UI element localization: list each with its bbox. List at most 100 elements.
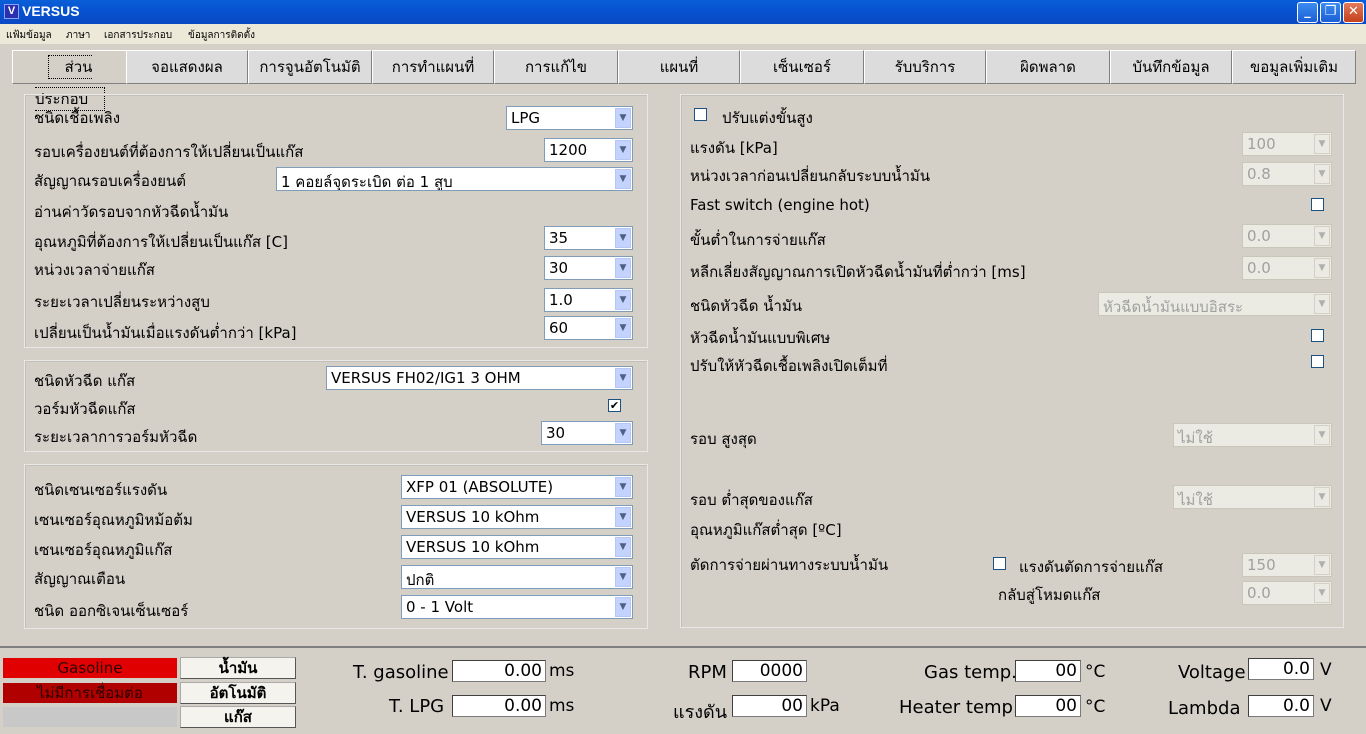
chevron-down-icon: ▼ (615, 597, 631, 617)
voltage-unit: V (1320, 660, 1332, 680)
chevron-down-icon: ▼ (615, 567, 631, 587)
gas-temp-sensor-select[interactable]: VERSUS 10 kOhm ▼ (401, 535, 633, 559)
tab-components[interactable]: ส่วนประกอบ (12, 50, 128, 111)
gas-injector-select[interactable]: VERSUS FH02/IG1 3 OHM ▼ (326, 366, 633, 390)
chevron-down-icon: ▼ (1314, 294, 1330, 314)
pressure-readout-label: แรงดัน (673, 702, 728, 723)
chevron-down-icon: ▼ (615, 318, 631, 338)
heater-temp-value: 00 (1015, 695, 1081, 717)
switch-back-delay-select[interactable]: 0.8 ▼ (1242, 162, 1332, 186)
warmup-time-select[interactable]: 30 ▼ (541, 421, 633, 445)
gas-temp-sensor-label: เซนเซอร์อุณหภูมิแก๊ส (34, 541, 173, 559)
chevron-down-icon: ▼ (1314, 425, 1330, 445)
pressure-sensor-select[interactable]: XFP 01 (ABSOLUTE) ▼ (401, 475, 633, 499)
fuel-indicator: Gasoline (3, 658, 177, 678)
menu-bar: แฟ้มข้อมูล ภาษา เอกสารประกอบ ข้อมูลการติ… (0, 24, 1366, 44)
lambda-value: 0.0 (1248, 695, 1314, 717)
gas-temp-unit: °C (1085, 662, 1106, 682)
tab-edit[interactable]: การแก้ไข (494, 50, 618, 84)
avoid-injector-signal-select[interactable]: 0.0 ▼ (1242, 256, 1332, 280)
tab-logging[interactable]: บันทึกข้อมูล (1110, 50, 1232, 84)
fast-switch-checkbox[interactable] (1311, 198, 1324, 211)
switch-temp-select[interactable]: 35 ▼ (544, 226, 633, 250)
avoid-injector-signal-label: หลีกเลี่ยงสัญญาณการเปิดหัวฉีดน้ำมันที่ต่… (690, 263, 1026, 281)
menu-file[interactable]: แฟ้มข้อมูล (6, 28, 52, 43)
switch-rpm-label: รอบเครื่องยนต์ที่ต้องการให้เปลี่ยนเป็นแก… (34, 143, 304, 161)
warning-signal-select[interactable]: ปกติ ▼ (401, 565, 633, 589)
tab-sensors[interactable]: เซ็นเซอร์ (740, 50, 864, 84)
read-rpm-label: อ่านค่าวัดรอบจากหัวฉีดน้ำมัน (34, 203, 229, 221)
rpm-signal-label: สัญญาณรอบเครื่องยนต์ (34, 172, 186, 190)
chevron-down-icon: ▼ (615, 140, 631, 160)
return-gas-mode-select[interactable]: 0.0 ▼ (1242, 581, 1332, 605)
auto-mode-button[interactable]: อัตโนมัติ (180, 682, 296, 704)
full-open-injector-checkbox[interactable] (1311, 355, 1324, 368)
petrol-mode-button[interactable]: น้ำมัน (180, 657, 296, 679)
t-lpg-unit: ms (549, 696, 575, 716)
pressure-value: 00 (732, 695, 807, 717)
connection-indicator: ไม่มีการเชื่อมต่อ (3, 683, 177, 703)
pressure-label: แรงดัน [kPa] (690, 139, 778, 157)
status-empty-indicator (3, 707, 177, 727)
petrol-injector-type-select[interactable]: หัวฉีดน้ำมันแบบอิสระ ▼ (1098, 292, 1332, 316)
min-gas-dose-select[interactable]: 0.0 ▼ (1242, 224, 1332, 248)
rpm-label: RPM (688, 662, 727, 683)
close-icon[interactable]: ✕ (1343, 2, 1364, 23)
minimize-icon[interactable]: _ (1297, 2, 1318, 23)
versus-logo-icon: V (4, 4, 19, 19)
min-pressure-select[interactable]: 60 ▼ (544, 316, 633, 340)
oxygen-sensor-select[interactable]: 0 - 1 Volt ▼ (401, 595, 633, 619)
tab-display[interactable]: จอแสดงผล (126, 50, 248, 84)
switch-rpm-select[interactable]: 1200 ▼ (544, 138, 633, 162)
tab-service[interactable]: รับบริการ (864, 50, 986, 84)
tab-bar: ส่วนประกอบ จอแสดงผล การจูนอัตโนมัติ การท… (8, 50, 1358, 111)
cut-pressure-checkbox[interactable] (993, 557, 1006, 570)
pressure-unit: kPa (810, 696, 840, 716)
menu-documents[interactable]: เอกสารประกอบ (104, 28, 172, 43)
pressure-sensor-label: ชนิดเซนเซอร์แรงดัน (34, 481, 168, 499)
tab-map[interactable]: แผนที่ (618, 50, 740, 84)
restore-icon[interactable]: ❐ (1320, 2, 1341, 23)
cut-pressure-select[interactable]: 150 ▼ (1242, 553, 1332, 577)
special-injector-checkbox[interactable] (1311, 329, 1324, 342)
injector-warmup-checkbox[interactable]: ✔ (608, 399, 621, 412)
title-bar: V VERSUS _ ❐ ✕ (0, 0, 1366, 24)
special-injector-label: หัวฉีดน้ำมันแบบพิเศษ (690, 329, 831, 347)
min-gas-rpm-select[interactable]: ไม่ใช้ ▼ (1173, 485, 1332, 509)
rpm-signal-select[interactable]: 1 คอยล์จุดระเบิด ต่อ 1 สูบ ▼ (276, 167, 633, 191)
max-rpm-label: รอบ สูงสุด (690, 430, 757, 448)
injector-warmup-label: วอร์มหัวฉีดแก๊ส (34, 400, 136, 418)
window-title: VERSUS (22, 3, 80, 19)
t-gasoline-label: T. gasoline (353, 662, 449, 683)
chevron-down-icon: ▼ (1314, 164, 1330, 184)
t-lpg-label: T. LPG (389, 696, 445, 717)
reducer-temp-sensor-select[interactable]: VERSUS 10 kOhm ▼ (401, 505, 633, 529)
petrol-injector-type-label: ชนิดหัวฉีด น้ำมัน (690, 297, 803, 315)
fuel-type-select[interactable]: LPG ▼ (506, 106, 633, 130)
chevron-down-icon: ▼ (615, 228, 631, 248)
cyl-switch-time-select[interactable]: 1.0 ▼ (544, 288, 633, 312)
tab-errors[interactable]: ผิดพลาด (986, 50, 1110, 84)
advanced-checkbox[interactable] (694, 108, 707, 121)
menu-install-data[interactable]: ข้อมูลการติดตั้ง (188, 28, 255, 43)
return-gas-mode-label: กลับสู่โหมดแก๊ส (998, 586, 1101, 604)
chevron-down-icon: ▼ (615, 477, 631, 497)
t-gasoline-value: 0.00 (452, 660, 546, 682)
gas-delay-select[interactable]: 30 ▼ (544, 256, 633, 280)
pressure-select[interactable]: 100 ▼ (1242, 132, 1332, 156)
chevron-down-icon: ▼ (615, 108, 631, 128)
gas-mode-button[interactable]: แก๊ส (180, 706, 296, 728)
tab-mapping[interactable]: การทำแผนที่ (372, 50, 494, 84)
chevron-down-icon: ▼ (1314, 555, 1330, 575)
cyl-switch-time-label: ระยะเวลาเปลี่ยนระหว่างสูบ (34, 293, 210, 311)
max-rpm-select[interactable]: ไม่ใช้ ▼ (1173, 423, 1332, 447)
tab-autotune[interactable]: การจูนอัตโนมัติ (248, 50, 372, 84)
min-pressure-label: เปลี่ยนเป็นน้ำมันเมื่อแรงดันต่ำกว่า [kPa… (34, 324, 297, 342)
chevron-down-icon: ▼ (615, 507, 631, 527)
chevron-down-icon: ▼ (1314, 226, 1330, 246)
fast-switch-label: Fast switch (engine hot) (690, 196, 870, 214)
tab-more-info[interactable]: ขอมูลเพิ่มเติม (1232, 50, 1356, 84)
warning-signal-label: สัญญาณเตือน (34, 570, 126, 588)
heater-temp-unit: °C (1085, 697, 1106, 717)
menu-language[interactable]: ภาษา (66, 28, 90, 43)
